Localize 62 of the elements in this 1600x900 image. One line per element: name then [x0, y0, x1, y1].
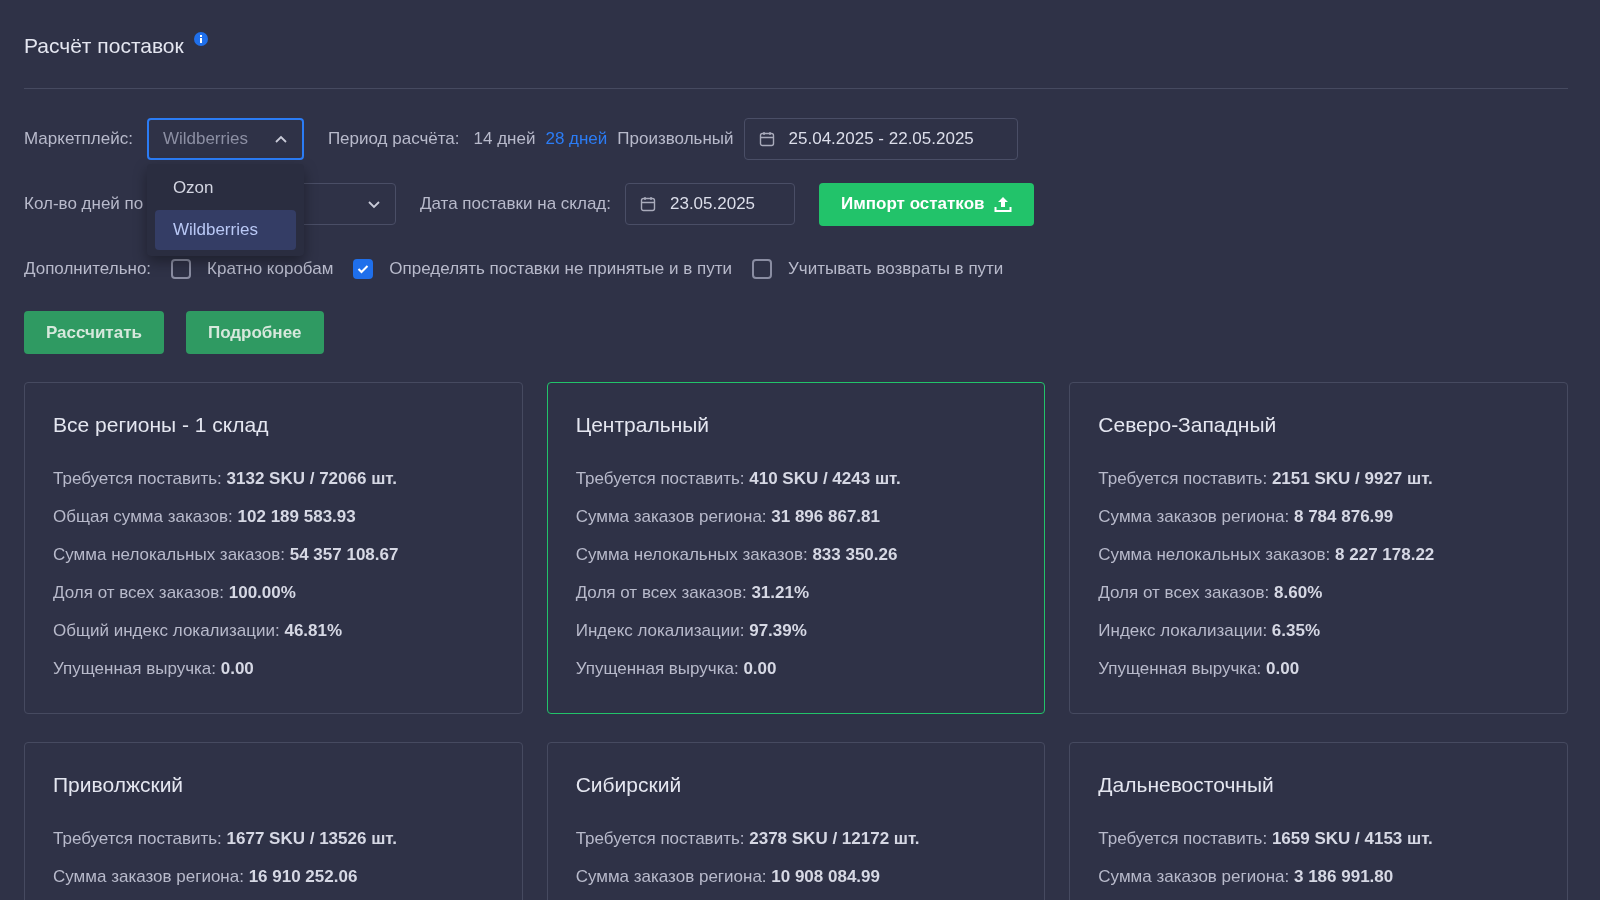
field-label: Дополнительно: — [24, 259, 152, 279]
region-card[interactable]: Дальневосточный Требуется поставить: 1659 SKU / 4153 шт. Сумма заказов региона: 3 186 991.80 — [1069, 742, 1568, 900]
checkbox[interactable] — [171, 259, 192, 279]
menu-option[interactable]: Ozon — [154, 168, 296, 208]
card-stat: Индекс локализации: 97.39% — [575, 621, 808, 641]
card-title: Сибирский — [575, 773, 683, 797]
card-stat: Требуется поставить: 1659 SKU / 4153 шт. — [1098, 829, 1434, 849]
calendar-icon — [758, 131, 775, 147]
region-card[interactable] — [1069, 382, 1568, 714]
card-stat: Требуется поставить: 1677 SKU / 13526 шт. — [53, 829, 398, 849]
card-stat: Общая сумма заказов: 102 189 583.93 — [53, 507, 357, 527]
checkbox-label: Кратно коробам — [207, 259, 334, 279]
card-stat: Сумма заказов региона: 8 784 876.99 — [1098, 507, 1395, 527]
checkbox-label: Учитывать возвраты в пути — [788, 259, 1004, 279]
card-stat: Индекс локализации: 6.35% — [1098, 621, 1322, 641]
card-stat: Доля от всех заказов: 31.21% — [575, 583, 811, 603]
marketplace-select[interactable]: Wildberries — [146, 118, 304, 160]
card-stat: Сумма нелокальных заказов: 54 357 108.67 — [53, 545, 400, 565]
card-title: Все регионы - 1 склад — [53, 413, 270, 437]
period-option[interactable]: 14 дней — [473, 129, 536, 149]
card-stat: Сумма заказов региона: 31 896 867.81 — [575, 507, 881, 527]
info-icon[interactable] — [193, 32, 208, 46]
card-stat: Требуется поставить: 410 SKU / 4243 шт. — [575, 469, 902, 489]
checkbox[interactable] — [353, 259, 374, 279]
card-stat: Сумма нелокальных заказов: 8 227 178.22 — [1098, 545, 1436, 565]
checkbox-label: Определять поставки не принятые и в пути — [389, 259, 732, 279]
card-stat: Сумма заказов региона: 3 186 991.80 — [1098, 867, 1395, 887]
card-stat: Общий индекс локализации: 46.81% — [53, 621, 344, 641]
card-title: Центральный — [575, 413, 711, 437]
card-stat: Требуется поставить: 2378 SKU / 12172 шт. — [575, 829, 921, 849]
period-option[interactable]: Произвольный — [617, 129, 734, 149]
card-stat: Сумма заказов региона: 10 908 084.99 — [575, 867, 881, 887]
card-stat: Требуется поставить: 2151 SKU / 9927 шт. — [1098, 469, 1434, 489]
page-title: Расчёт поставок — [24, 34, 184, 58]
region-card[interactable]: Сибирский Требуется поставить: 2378 SKU / 12172 шт. Сумма заказов региона: 10 908 084.99 — [546, 742, 1046, 900]
field-label: Кол-во дней по — [24, 194, 145, 214]
region-card[interactable] — [546, 382, 1046, 714]
calendar-icon — [640, 196, 656, 212]
date-range-field[interactable]: 25.04.2025 - 22.05.2025 — [743, 118, 1018, 160]
card-stat: Упущенная выручка: 0.00 — [53, 659, 255, 679]
card-stat: Упущенная выручка: 0.00 — [575, 659, 778, 679]
card-title: Дальневосточный — [1098, 773, 1275, 797]
field-label: Дата поставки на склад: — [420, 194, 611, 214]
checkbox[interactable] — [752, 259, 772, 279]
field-label: Период расчёта: — [327, 129, 460, 149]
card-title: Северо-Западный — [1098, 413, 1278, 437]
card-stat: Доля от всех заказов: 8.60% — [1098, 583, 1324, 603]
card-stat: Сумма нелокальных заказов: 833 350.26 — [575, 545, 899, 565]
card-stat: Упущенная выручка: 0.00 — [1098, 659, 1301, 679]
card-title: Приволжский — [53, 773, 185, 797]
chevron-icon — [273, 134, 288, 144]
date-field[interactable]: 23.05.2025 — [625, 183, 795, 225]
card-stat: Доля от всех заказов: 100.00% — [53, 583, 297, 603]
field-label: Маркетплейс: — [24, 129, 133, 149]
chevron-icon — [367, 199, 381, 209]
region-card[interactable] — [24, 382, 523, 714]
checkmark-icon — [357, 264, 370, 274]
upload-icon — [994, 195, 1013, 213]
region-card[interactable]: Приволжский Требуется поставить: 1677 SKU / 13526 шт. Сумма заказов региона: 16 910 252.06 — [24, 742, 523, 900]
card-stat: Требуется поставить: 3132 SKU / 72066 шт. — [53, 469, 398, 489]
card-stat: Сумма заказов региона: 16 910 252.06 — [53, 867, 359, 887]
menu-option[interactable]: Wildberries — [154, 210, 296, 250]
